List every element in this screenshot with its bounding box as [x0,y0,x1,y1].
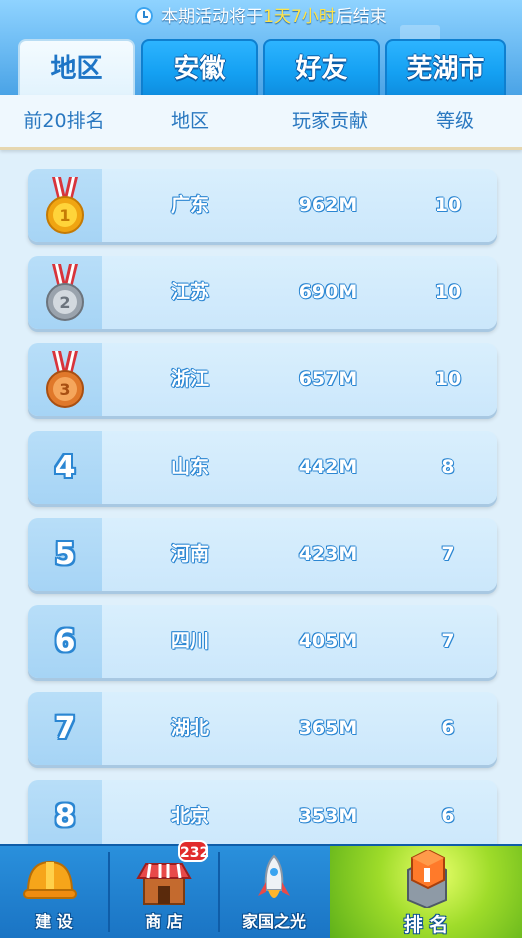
nav-label: 家国之光 [241,912,306,931]
tab-city[interactable]: 芜湖市 [385,39,506,95]
tab-friends[interactable]: 好友 [263,39,380,95]
clock-icon [135,7,154,25]
nav-rank-button[interactable]: 排 名 [330,846,522,938]
region-name: 山东 [170,456,209,478]
nav-label: 排 名 [403,914,449,936]
shop-icon [136,863,192,905]
tab-label: 芜湖市 [406,54,485,84]
rank-badge: 4 [28,431,102,504]
region-name: 浙江 [170,368,209,390]
countdown-prefix: 本期活动将于 [161,7,264,27]
ranking-row[interactable]: 3 浙江 657M 10 [28,343,497,416]
rank-badge: 7 [28,692,102,765]
top-banner: 本期活动将于1天7小时后结束 地区 安徽 好友 芜湖市 [0,0,522,95]
level-value: 7 [441,543,455,565]
rank-badge: 6 [28,605,102,678]
region-name: 河南 [170,543,209,565]
level-value: 6 [441,717,455,739]
nav-label: 商 店 [145,912,183,931]
bronze-medal-icon: 3 [46,351,84,408]
contribution-value: 423M [298,543,358,565]
ranking-row[interactable]: 4 山东 442M 8 [28,431,497,504]
tab-region[interactable]: 地区 [18,39,135,95]
contribution-value: 690M [298,281,358,303]
nav-glory-button[interactable]: 家国之光 [220,846,328,938]
rocket-icon [258,854,290,898]
level-value: 10 [434,194,462,216]
ranking-row[interactable]: 1 广东 962M 10 [28,169,497,242]
event-countdown: 本期活动将于1天7小时后结束 [0,4,522,30]
ranking-row[interactable]: 8 北京 353M 6 [28,780,497,844]
hard-hat-icon [23,860,77,899]
contribution-value: 657M [298,368,358,390]
tab-label: 安徽 [173,54,226,84]
level-value: 8 [441,456,455,478]
svg-text:2: 2 [59,293,70,312]
contribution-value: 442M [298,456,358,478]
level-value: 7 [441,630,455,652]
region-name: 四川 [170,630,209,652]
ranking-row[interactable]: 6 四川 405M 7 [28,605,497,678]
rank-badge: 3 [28,343,102,416]
rank-badge: 1 [28,169,102,242]
svg-text:3: 3 [59,380,70,399]
tab-label: 好友 [295,54,348,84]
silver-medal-icon: 2 [46,264,84,321]
col-region: 地区 [170,110,209,132]
region-name: 广东 [170,194,209,216]
ranking-row[interactable]: 2 江苏 690M 10 [28,256,497,329]
region-name: 湖北 [170,717,209,739]
bottom-nav: 建 设 商 店 232 家国之光 排 名 [0,840,522,938]
ranking-row[interactable]: 5 河南 423M 7 [28,518,497,591]
ranking-building-icon [407,850,447,908]
nav-build-button[interactable]: 建 设 [0,846,108,938]
contribution-value: 365M [298,717,358,739]
region-name: 北京 [170,805,209,827]
column-header: 前20排名 地区 玩家贡献 等级 [0,95,522,150]
level-value: 6 [441,805,455,827]
tab-province[interactable]: 安徽 [141,39,258,95]
contribution-value: 353M [298,805,358,827]
rank-number: 7 [54,711,76,746]
ranking-list[interactable]: 1 广东 962M 10 2 江苏 690M 10 3 浙江 657M 10 4… [0,150,522,844]
rank-number: 8 [54,799,76,834]
rank-badge: 8 [28,780,102,844]
level-value: 10 [434,368,462,390]
col-level: 等级 [435,110,474,132]
region-name: 江苏 [170,281,209,303]
gold-medal-icon: 1 [46,177,84,234]
contribution-value: 962M [298,194,358,216]
rank-badge: 5 [28,518,102,591]
countdown-time: 1天7小时 [263,7,336,27]
nav-label: 建 设 [35,912,73,931]
level-value: 10 [434,281,462,303]
tab-label: 地区 [50,54,103,84]
rank-number: 4 [54,450,76,485]
col-contribution: 玩家贡献 [291,110,368,132]
contribution-value: 405M [298,630,358,652]
rank-number: 5 [54,537,76,572]
col-rank: 前20排名 [23,110,105,132]
shop-count-badge: 232 [178,840,209,862]
rank-number: 6 [54,624,76,659]
svg-text:1: 1 [59,206,70,225]
countdown-suffix: 后结束 [335,7,387,27]
ranking-row[interactable]: 7 湖北 365M 6 [28,692,497,765]
rank-badge: 2 [28,256,102,329]
